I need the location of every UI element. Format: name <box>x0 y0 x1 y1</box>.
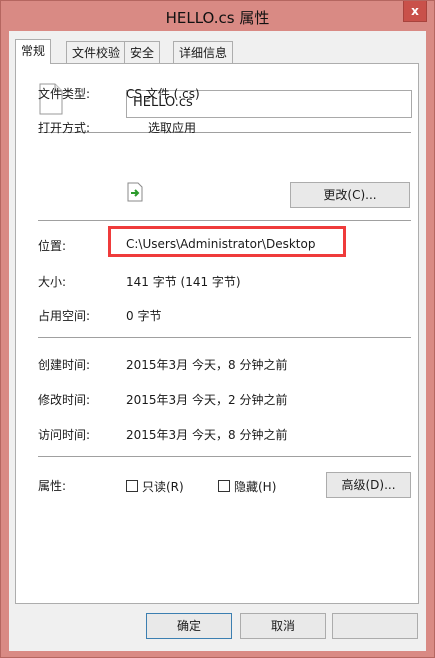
readonly-checkbox[interactable] <box>126 480 138 492</box>
accessed-value: 2015年3月 今天，8 分钟之前 <box>126 428 288 442</box>
size-value: 141 字节 (141 字节) <box>126 275 241 289</box>
close-button[interactable]: x <box>403 1 427 22</box>
modified-value: 2015年3月 今天，2 分钟之前 <box>126 393 288 407</box>
accessed-label: 访问时间: <box>38 428 91 442</box>
properties-window: HELLO.cs 属性 x 常规 文件校验 安全 详细信息 HELLO.cs 文… <box>0 0 435 658</box>
readonly-label[interactable]: 只读(R) <box>142 478 184 495</box>
open-with-label: 打开方式: <box>38 121 91 135</box>
modified-label: 修改时间: <box>38 393 91 407</box>
disk-size-value: 0 字节 <box>126 309 162 323</box>
red-highlight-box <box>108 226 346 257</box>
size-label: 大小: <box>38 275 67 289</box>
attributes-label: 属性: <box>38 479 67 493</box>
close-icon: x <box>411 4 419 18</box>
tab-general[interactable]: 常规 <box>15 39 52 64</box>
hidden-checkbox[interactable] <box>218 480 230 492</box>
tab-security[interactable]: 安全 <box>124 41 161 63</box>
separator <box>38 132 411 133</box>
open-with-value: 选取应用 <box>148 121 197 135</box>
file-type-label: 文件类型: <box>38 87 91 101</box>
general-panel: HELLO.cs 文件类型: CS 文件 (.cs) 打开方式: 选取应用 更改… <box>15 63 419 604</box>
change-button[interactable]: 更改(C)... <box>290 182 410 208</box>
cancel-button[interactable]: 取消 <box>240 613 326 639</box>
separator <box>38 337 411 338</box>
separator <box>38 456 411 457</box>
created-value: 2015年3月 今天，8 分钟之前 <box>126 358 288 372</box>
ok-button[interactable]: 确定 <box>146 613 232 639</box>
advanced-button[interactable]: 高级(D)... <box>326 472 411 498</box>
file-type-value: CS 文件 (.cs) <box>126 87 200 101</box>
created-label: 创建时间: <box>38 358 91 372</box>
dialog-client: 常规 文件校验 安全 详细信息 HELLO.cs 文件类型: CS 文件 (.c… <box>9 31 426 651</box>
tab-details[interactable]: 详细信息 <box>173 41 234 63</box>
disk-size-label: 占用空间: <box>38 309 91 323</box>
tab-checksum[interactable]: 文件校验 <box>66 41 127 63</box>
separator <box>38 220 411 221</box>
title-bar[interactable]: HELLO.cs 属性 x <box>1 1 434 31</box>
apply-button[interactable] <box>332 613 418 639</box>
window-title: HELLO.cs 属性 <box>165 9 270 27</box>
hidden-label[interactable]: 隐藏(H) <box>234 478 276 495</box>
location-label: 位置: <box>38 239 67 253</box>
app-icon <box>127 182 143 202</box>
